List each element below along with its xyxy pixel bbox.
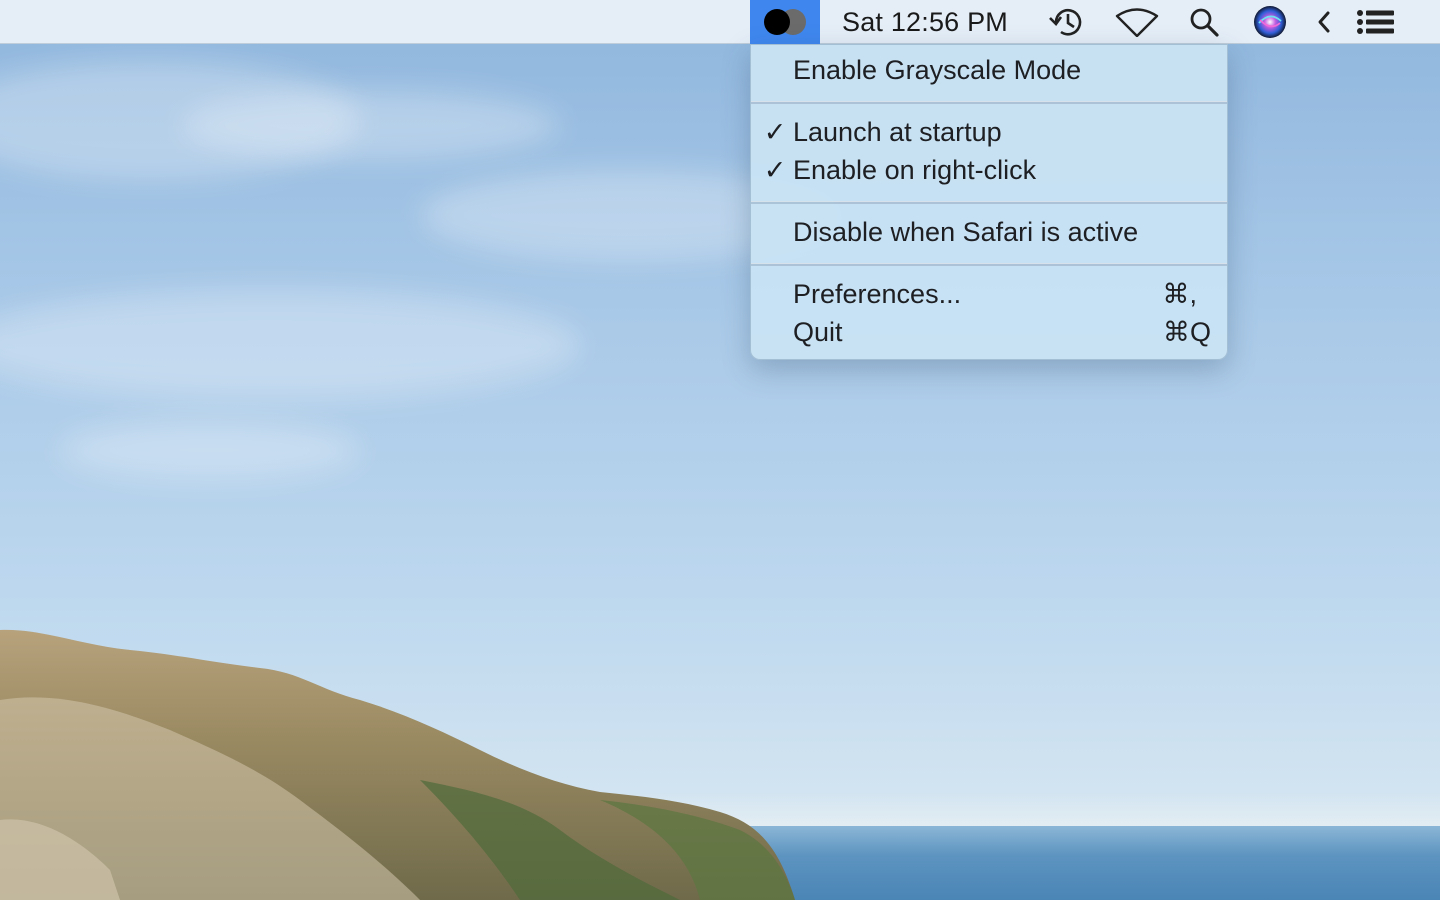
time-machine-icon[interactable]: [1044, 0, 1090, 44]
menu-separator: [751, 263, 1227, 266]
menu-item-label: Quit: [793, 316, 843, 347]
menu-item-launch-at-startup[interactable]: ✓ Launch at startup: [751, 113, 1227, 151]
status-menu: Enable Grayscale Mode ✓ Launch at startu…: [750, 44, 1228, 360]
menu-item-quit[interactable]: Quit ⌘Q: [751, 313, 1227, 351]
grayscale-toggle-status-item[interactable]: [750, 0, 820, 44]
notification-center-icon[interactable]: [1352, 0, 1400, 44]
menu-item-preferences[interactable]: Preferences... ⌘,: [751, 275, 1227, 313]
siri-icon[interactable]: [1248, 0, 1292, 44]
menu-item-label: Launch at startup: [793, 116, 1002, 147]
keyboard-shortcut: ⌘,: [1162, 278, 1197, 309]
grayscale-toggle-icon: [764, 9, 806, 35]
checkmark-icon: ✓: [763, 116, 787, 147]
menu-bar: Sat 12:56 PM: [0, 0, 1440, 44]
menu-item-label: Disable when Safari is active: [793, 216, 1139, 247]
keyboard-shortcut: ⌘Q: [1162, 316, 1211, 347]
menu-item-label: Enable Grayscale Mode: [793, 54, 1082, 85]
clock[interactable]: Sat 12:56 PM: [830, 0, 1020, 44]
menu-item-enable-grayscale[interactable]: Enable Grayscale Mode: [751, 51, 1227, 89]
checkmark-icon: ✓: [763, 154, 787, 185]
menu-separator: [751, 201, 1227, 204]
menu-item-enable-right-click[interactable]: ✓ Enable on right-click: [751, 151, 1227, 189]
wifi-icon[interactable]: [1112, 0, 1162, 44]
menu-item-disable-safari[interactable]: Disable when Safari is active: [751, 213, 1227, 251]
menu-item-label: Preferences...: [793, 278, 962, 309]
menu-item-label: Enable on right-click: [793, 154, 1037, 185]
menu-separator: [751, 101, 1227, 104]
spotlight-search-icon[interactable]: [1184, 0, 1224, 44]
chevron-left-icon[interactable]: [1310, 0, 1338, 44]
